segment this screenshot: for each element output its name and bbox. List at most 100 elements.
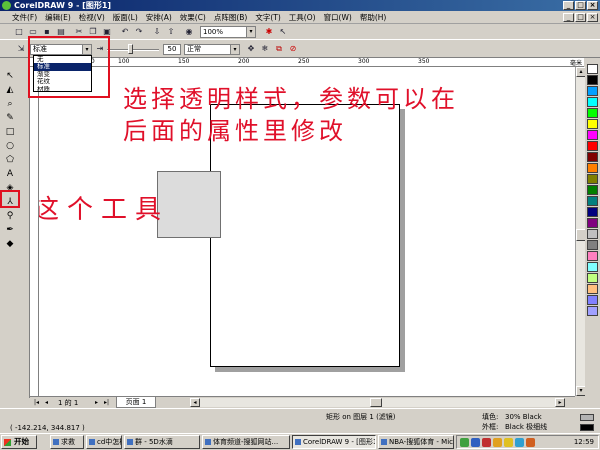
start-button[interactable]: 开始 bbox=[1, 435, 37, 449]
redo-icon[interactable]: ↷ bbox=[134, 27, 144, 37]
palette-swatch[interactable] bbox=[587, 163, 598, 173]
palette-swatch[interactable] bbox=[587, 108, 598, 118]
palette-swatch[interactable] bbox=[587, 174, 598, 184]
whats-this-icon[interactable]: ↖ bbox=[278, 27, 288, 37]
opacity-value-field[interactable]: 50 bbox=[163, 44, 181, 55]
tray-app-icon[interactable] bbox=[471, 438, 480, 447]
copy-transparency-icon[interactable]: ⧉ bbox=[274, 44, 284, 54]
chevron-down-icon[interactable]: ▾ bbox=[230, 45, 239, 54]
menu-effects[interactable]: 效果(C) bbox=[176, 11, 210, 24]
menu-tools[interactable]: 工具(O) bbox=[285, 11, 320, 24]
palette-swatch[interactable] bbox=[587, 251, 598, 261]
palette-swatch[interactable] bbox=[587, 75, 598, 85]
text-tool-icon[interactable]: A bbox=[4, 168, 16, 180]
polygon-tool-icon[interactable]: ⬠ bbox=[4, 154, 16, 166]
menu-view[interactable]: 检视(V) bbox=[75, 11, 109, 24]
tray-network-icon[interactable] bbox=[460, 438, 469, 447]
palette-swatch[interactable] bbox=[587, 229, 598, 239]
palette-swatch[interactable] bbox=[587, 262, 598, 272]
close-button[interactable]: × bbox=[587, 1, 598, 10]
rectangle-tool-icon[interactable]: □ bbox=[4, 126, 16, 138]
outline-color-chip[interactable] bbox=[580, 424, 594, 431]
coreldraw-app-icon[interactable] bbox=[2, 1, 11, 10]
dropdown-option-gradient[interactable]: 渐变 bbox=[34, 71, 91, 78]
menu-edit[interactable]: 编辑(E) bbox=[41, 11, 75, 24]
palette-swatch[interactable] bbox=[587, 119, 598, 129]
maximize-button[interactable]: □ bbox=[575, 1, 586, 10]
opacity-slider-thumb[interactable] bbox=[128, 44, 133, 54]
tray-volume-icon[interactable] bbox=[515, 438, 524, 447]
taskbar-item[interactable]: 体育频道-搜狐网站... bbox=[202, 435, 290, 449]
tray-app-icon[interactable] bbox=[526, 438, 535, 447]
tray-qq-icon[interactable] bbox=[504, 438, 513, 447]
dropdown-option-none[interactable]: 无 bbox=[34, 56, 91, 63]
taskbar-item[interactable]: 求救 bbox=[50, 435, 84, 449]
export-icon[interactable]: ⇧ bbox=[166, 27, 176, 37]
zoom-level-select[interactable]: 100% ▾ bbox=[200, 26, 256, 38]
horizontal-scrollbar[interactable]: ◂ ▸ bbox=[190, 398, 565, 407]
clear-transparency-icon[interactable]: ⊘ bbox=[288, 44, 298, 54]
outline-tool-icon[interactable]: ✒ bbox=[4, 224, 16, 236]
doc-close-button[interactable]: × bbox=[587, 13, 598, 22]
doc-minimize-button[interactable]: _ bbox=[563, 13, 574, 22]
palette-swatch[interactable] bbox=[587, 284, 598, 294]
freehand-tool-icon[interactable]: ✎ bbox=[4, 112, 16, 124]
palette-swatch[interactable] bbox=[587, 86, 598, 96]
previous-page-icon[interactable]: ◂ bbox=[42, 398, 51, 407]
page-tab[interactable]: 页面 1 bbox=[116, 397, 156, 408]
palette-swatch[interactable] bbox=[587, 141, 598, 151]
first-page-icon[interactable]: |◂ bbox=[32, 398, 41, 407]
fill-color-chip[interactable] bbox=[580, 414, 594, 421]
apply-to-fill-icon[interactable]: ✥ bbox=[246, 44, 256, 54]
transparency-style-dropdown[interactable]: 无 标准 渐变 花纹 材质 bbox=[33, 55, 92, 92]
palette-swatch[interactable] bbox=[587, 295, 598, 305]
undo-icon[interactable]: ↶ bbox=[120, 27, 130, 37]
palette-swatch[interactable] bbox=[587, 218, 598, 228]
palette-swatch[interactable] bbox=[587, 152, 598, 162]
minimize-button[interactable]: _ bbox=[563, 1, 574, 10]
vertical-ruler[interactable] bbox=[30, 67, 39, 396]
vertical-scrollbar[interactable]: ▴ ▾ bbox=[575, 67, 586, 396]
taskbar-item[interactable]: 群 - 5D水滴 bbox=[124, 435, 200, 449]
new-document-icon[interactable]: □ bbox=[14, 27, 24, 37]
palette-swatch[interactable] bbox=[587, 207, 598, 217]
menu-text[interactable]: 文字(T) bbox=[251, 11, 284, 24]
opacity-slider-track[interactable] bbox=[107, 49, 159, 51]
eyedropper-tool-icon[interactable]: ⚲ bbox=[4, 210, 16, 222]
fill-tool-icon[interactable]: ◆ bbox=[4, 238, 16, 250]
pick-tool-icon[interactable]: ↖ bbox=[4, 70, 16, 82]
palette-swatch[interactable] bbox=[587, 196, 598, 206]
menu-layout[interactable]: 版面(L) bbox=[109, 11, 142, 24]
shape-tool-icon[interactable]: ◭ bbox=[4, 84, 16, 96]
dropdown-option-standard[interactable]: 标准 bbox=[34, 63, 91, 71]
menu-file[interactable]: 文件(F) bbox=[8, 11, 41, 24]
palette-swatch[interactable] bbox=[587, 97, 598, 107]
horizontal-ruler[interactable]: 50 100 150 200 250 300 350 毫米 bbox=[30, 58, 584, 67]
taskbar-item-active[interactable]: CorelDRAW 9 - [图形1] bbox=[292, 435, 376, 449]
dropdown-option-texture[interactable]: 材质 bbox=[34, 86, 91, 93]
dropdown-option-pattern[interactable]: 花纹 bbox=[34, 78, 91, 85]
zoom-tool-icon[interactable]: ⌕ bbox=[4, 98, 16, 110]
menu-help[interactable]: 帮助(H) bbox=[356, 11, 391, 24]
tray-qq-icon[interactable] bbox=[493, 438, 502, 447]
application-launcher-icon[interactable]: ◉ bbox=[184, 27, 194, 37]
menu-window[interactable]: 窗口(W) bbox=[320, 11, 356, 24]
palette-swatch[interactable] bbox=[587, 130, 598, 140]
scroll-right-arrow-icon[interactable]: ▸ bbox=[555, 398, 565, 407]
palette-swatch[interactable] bbox=[587, 185, 598, 195]
chevron-down-icon[interactable]: ▾ bbox=[246, 27, 255, 37]
palette-swatch[interactable] bbox=[587, 273, 598, 283]
palette-swatch[interactable] bbox=[587, 64, 598, 74]
tray-antivirus-icon[interactable] bbox=[482, 438, 491, 447]
palette-swatch[interactable] bbox=[587, 240, 598, 250]
doc-restore-button[interactable]: □ bbox=[575, 13, 586, 22]
taskbar-item[interactable]: cd中怎样设... bbox=[86, 435, 122, 449]
ellipse-tool-icon[interactable]: ○ bbox=[4, 140, 16, 152]
import-icon[interactable]: ⇩ bbox=[152, 27, 162, 37]
drawing-canvas[interactable]: 选择透明样式，参数可以在 后面的属性里修改 这个工具 bbox=[39, 67, 575, 396]
horizontal-scroll-thumb[interactable] bbox=[370, 398, 382, 407]
freeze-icon[interactable]: ❄ bbox=[260, 44, 270, 54]
taskbar-item[interactable]: NBA-搜狐体育 - Micr... bbox=[378, 435, 454, 449]
merge-mode-select[interactable]: 正常 ▾ bbox=[184, 44, 240, 55]
next-page-icon[interactable]: ▸ bbox=[92, 398, 101, 407]
